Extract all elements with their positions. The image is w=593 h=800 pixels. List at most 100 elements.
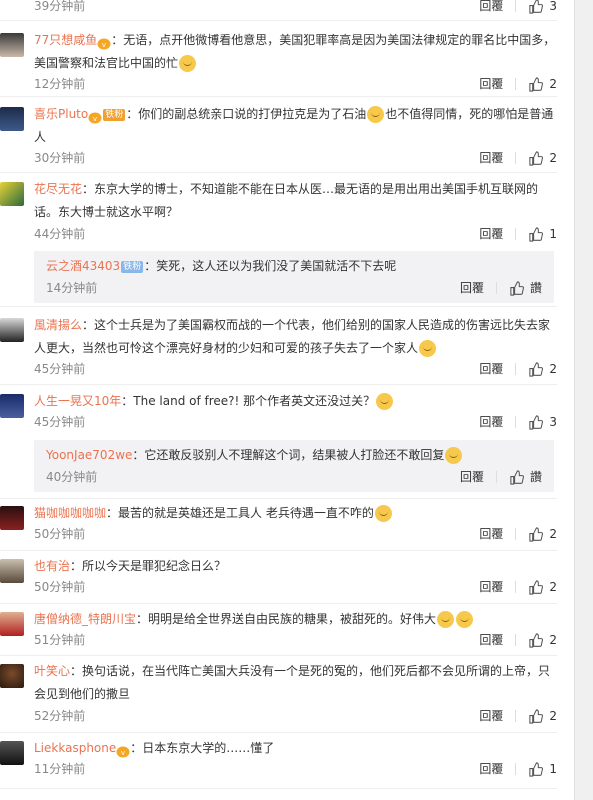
cat-emoji-icon bbox=[376, 393, 394, 410]
like-button[interactable]: 2 bbox=[528, 577, 557, 597]
avatar[interactable] bbox=[0, 318, 24, 342]
like-count: 2 bbox=[549, 77, 557, 91]
comment-text: Liekkasphone v ：日本东京大学的……懂了 bbox=[34, 737, 557, 760]
sub-reply-body: ：笑死，这人还以为我们没了美国就活不下去呢 bbox=[144, 259, 397, 273]
comment-body: ：换句话说，在当代阵亡美国大兵没有一个是死的冤的，他们死后都不会见所谓的上帝，只… bbox=[34, 664, 551, 701]
comment-body: ：无语，点开他微博看他意思，美国犯罪率高是因为美国法律规定的罪名比中国多，美国警… bbox=[34, 33, 556, 70]
username-link[interactable]: 花尽无花 bbox=[34, 182, 82, 196]
comment-actions: 回覆 1 bbox=[463, 224, 557, 244]
reply-button[interactable]: 回覆 bbox=[444, 467, 484, 487]
comment-time: 12分钟前 bbox=[34, 77, 86, 91]
reply-button[interactable]: 回覆 bbox=[463, 74, 503, 94]
like-button[interactable]: 1 bbox=[528, 224, 557, 244]
username-link[interactable]: 風清揚么 bbox=[34, 318, 82, 332]
like-button[interactable]: 2 bbox=[528, 359, 557, 379]
like-button[interactable]: 讚 bbox=[509, 467, 542, 487]
like-label: 讚 bbox=[529, 281, 542, 295]
like-button[interactable]: 3 bbox=[528, 0, 557, 16]
comment-meta: 39分钟前 回覆 3 bbox=[34, 0, 557, 16]
reply-button[interactable]: 回覆 bbox=[463, 630, 503, 650]
grin-emoji-icon bbox=[367, 106, 385, 123]
like-button[interactable]: 2 bbox=[528, 630, 557, 650]
sub-reply-time: 40分钟前 bbox=[46, 470, 98, 484]
username-link[interactable]: 也有治 bbox=[34, 559, 70, 573]
avatar[interactable] bbox=[0, 182, 24, 206]
avatar[interactable] bbox=[0, 559, 24, 583]
like-button[interactable]: 2 bbox=[528, 148, 557, 168]
divider bbox=[0, 384, 557, 385]
action-separator bbox=[515, 710, 517, 722]
like-label: 讚 bbox=[529, 470, 542, 484]
like-button[interactable]: 2 bbox=[528, 706, 557, 726]
reply-button[interactable]: 回覆 bbox=[463, 0, 503, 16]
like-count: 3 bbox=[549, 415, 557, 429]
reply-button[interactable]: 回覆 bbox=[463, 759, 503, 779]
fan-badge: 铁粉 bbox=[121, 260, 144, 273]
comment-meta: 12分钟前 回覆 2 bbox=[34, 74, 557, 94]
like-button[interactable]: 2 bbox=[528, 524, 557, 544]
username-link[interactable]: 77只想咸鱼 bbox=[34, 33, 97, 47]
vip-badge-icon: v bbox=[97, 35, 111, 49]
reply-button[interactable]: 回覆 bbox=[463, 412, 503, 432]
comment-time: 52分钟前 bbox=[34, 709, 86, 723]
like-button[interactable]: 讚 bbox=[509, 278, 542, 298]
username-link[interactable]: 人生一晃又10年 bbox=[34, 394, 121, 408]
vip-badge-icon: v bbox=[116, 743, 130, 757]
like-count: 2 bbox=[549, 709, 557, 723]
comment-meta: 45分钟前 回覆 2 bbox=[34, 359, 557, 379]
avatar[interactable] bbox=[0, 394, 24, 418]
action-separator bbox=[515, 581, 517, 593]
comment-text: 唐僧纳德_特朗川宝：明明是给全世界送自由民族的糖果，被甜死的。好伟大 bbox=[34, 608, 557, 631]
username-link[interactable]: 猫咖咖咖咖咖 bbox=[34, 506, 106, 520]
username-link[interactable]: 云之酒43403 bbox=[46, 259, 120, 273]
avatar[interactable] bbox=[0, 612, 24, 636]
comment-body: ：东京大学的博士，不知道能不能在日本从医…最无语的是用出用出美国手机互联网的话。… bbox=[34, 182, 539, 219]
divider bbox=[0, 498, 557, 499]
comment-body: ：最苦的就是英雄还是工具人 老兵待遇一直不咋的 bbox=[106, 506, 374, 520]
avatar[interactable] bbox=[0, 664, 24, 688]
username-link[interactable]: 唐僧纳德_特朗川宝 bbox=[34, 612, 136, 626]
action-separator bbox=[515, 634, 517, 646]
comment-body: ：The land of free?! 那个作者英文还没过关？ bbox=[121, 394, 376, 408]
reply-button[interactable]: 回覆 bbox=[463, 706, 503, 726]
comment-text: 猫咖咖咖咖咖：最苦的就是英雄还是工具人 老兵待遇一直不咋的 bbox=[34, 502, 557, 525]
reply-button[interactable]: 回覆 bbox=[463, 577, 503, 597]
sub-reply-text: YoonJae702we：它还敢反驳别人不理解这个词，结果被人打脸还不敢回复 bbox=[46, 444, 542, 467]
avatar[interactable] bbox=[0, 107, 24, 131]
avatar[interactable] bbox=[0, 506, 24, 530]
action-separator bbox=[515, 363, 517, 375]
crying-emoji-icon bbox=[437, 611, 455, 628]
username-link[interactable]: Liekkasphone bbox=[34, 741, 116, 755]
comment-body: ：你们的副总统亲口说的打伊拉克是为了石油 bbox=[126, 107, 367, 121]
thumbs-up-icon bbox=[529, 579, 544, 595]
scrollbar[interactable] bbox=[574, 0, 593, 800]
comment-actions: 回覆 2 bbox=[463, 577, 557, 597]
comment-feed: 39分钟前 回覆 3 77只想咸鱼 v ：无语，点开他微博看他意思，美国犯罪率高是因… bbox=[0, 0, 575, 800]
comment-meta: 52分钟前 回覆 2 bbox=[34, 706, 557, 726]
comment-actions: 回覆 3 bbox=[463, 0, 557, 16]
reply-button[interactable]: 回覆 bbox=[444, 278, 484, 298]
thumbs-up-icon bbox=[529, 361, 544, 377]
like-button[interactable]: 1 bbox=[528, 759, 557, 779]
action-separator bbox=[515, 763, 517, 775]
reply-button[interactable]: 回覆 bbox=[463, 359, 503, 379]
reply-button[interactable]: 回覆 bbox=[463, 224, 503, 244]
reply-button[interactable]: 回覆 bbox=[463, 148, 503, 168]
comment-meta: 51分钟前 回覆 2 bbox=[34, 630, 557, 650]
shocked-emoji-icon bbox=[445, 447, 463, 464]
username-link[interactable]: 叶笑心 bbox=[34, 664, 70, 678]
like-button[interactable]: 3 bbox=[528, 412, 557, 432]
username-link[interactable]: YoonJae702we bbox=[46, 448, 132, 462]
divider bbox=[0, 732, 557, 733]
sub-reply-meta: 40分钟前 回覆 讚 bbox=[46, 467, 542, 487]
crying-emoji-icon bbox=[456, 611, 474, 628]
like-count: 2 bbox=[549, 362, 557, 376]
avatar[interactable] bbox=[0, 33, 24, 57]
avatar[interactable] bbox=[0, 741, 24, 765]
reply-button[interactable]: 回覆 bbox=[463, 524, 503, 544]
username-link[interactable]: 喜乐Pluto bbox=[34, 107, 88, 121]
like-count: 2 bbox=[549, 633, 557, 647]
like-button[interactable]: 2 bbox=[528, 74, 557, 94]
divider bbox=[0, 96, 557, 97]
action-separator bbox=[515, 416, 517, 428]
